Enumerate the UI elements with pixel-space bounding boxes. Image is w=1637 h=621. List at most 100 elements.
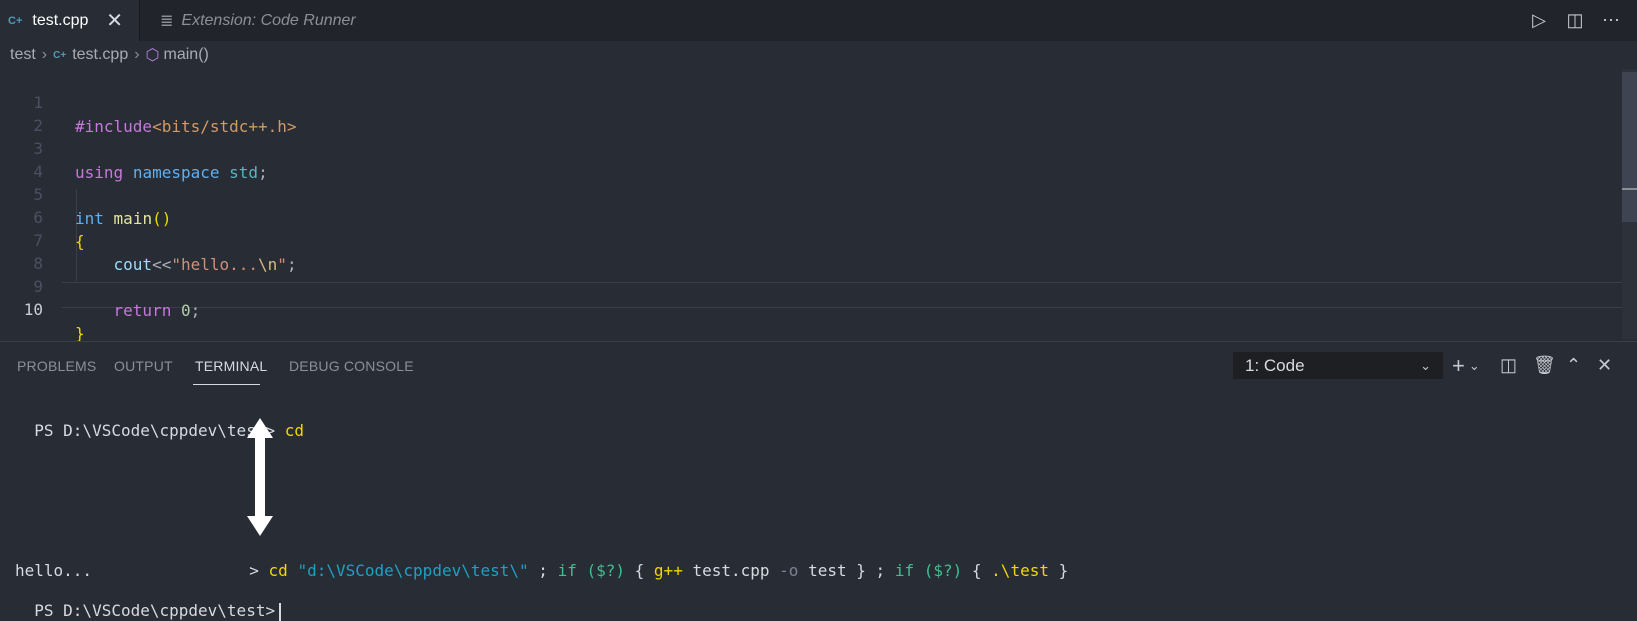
terminal-punctuation: { <box>971 561 982 580</box>
keyword: return <box>113 301 172 320</box>
close-icon: ✕ <box>1597 355 1613 375</box>
scrollbar-cursor-marker <box>1622 188 1637 190</box>
number: 0 <box>180 301 191 320</box>
code-line: 3 using namespace std; <box>0 113 267 182</box>
string: "hello... <box>171 255 259 274</box>
tab-extension-code-runner[interactable]: ≣ Extension: Code Runner <box>139 0 381 41</box>
cpp-file-icon: C+ <box>8 14 23 27</box>
include-header: <bits/stdc++.h> <box>152 117 297 136</box>
function-name: main <box>113 209 153 228</box>
identifier: cout <box>113 255 153 274</box>
active-tab-indicator <box>193 384 260 385</box>
code-editor[interactable]: 1 #include<bits/stdc++.h> 2 3 using name… <box>0 67 1637 343</box>
terminal-punctuation: ; <box>538 561 548 580</box>
code-line: 9 return 0; <box>0 251 200 320</box>
code-line: 1 #include<bits/stdc++.h> <box>0 67 296 136</box>
symbol-method-icon: ⬡ <box>145 47 160 64</box>
tab-problems[interactable]: PROBLEMS <box>17 358 96 374</box>
maximize-panel-button[interactable]: ⌃ <box>1566 352 1581 379</box>
code-line: 8 <box>0 228 43 273</box>
operator: << <box>152 255 172 274</box>
terminal-command: cd <box>284 421 304 440</box>
split-editor-icon[interactable]: ◫ <box>1565 10 1585 31</box>
punctuation: ; <box>286 255 297 274</box>
editor-actions: ▷ ◫ ⋯ <box>1529 0 1637 41</box>
breadcrumb: test › C+ test.cpp › ⬡ main() <box>0 41 1637 69</box>
chevron-down-icon[interactable]: ⌄ <box>1469 358 1480 374</box>
terminal-select-value: 1: Code <box>1245 355 1305 375</box>
editor-scrollbar-thumb[interactable] <box>1622 72 1637 222</box>
tab-label: Extension: Code Runner <box>181 11 356 29</box>
namespace-name: std <box>229 163 259 182</box>
plus-icon: + <box>1452 352 1465 378</box>
tab-test-cpp[interactable]: C+ test.cpp ✕ <box>0 0 139 41</box>
terminal-line: > cd "d:\VSCode\cppdev\test\" ; if ($?) … <box>230 541 1068 580</box>
terminal-punctuation: ; <box>875 561 886 580</box>
type-keyword: int <box>75 209 104 228</box>
chevron-right-icon: › <box>134 46 140 63</box>
terminal-path: "d:\VSCode\cppdev\test\" <box>297 561 529 580</box>
new-terminal-button[interactable]: + ⌄ <box>1452 352 1480 379</box>
terminal-command: g++ <box>653 561 683 580</box>
breadcrumb-file[interactable]: test.cpp <box>72 46 128 64</box>
terminal-flag: -o <box>779 561 799 580</box>
terminal-cursor <box>279 602 282 621</box>
kill-terminal-button[interactable]: 🗑 <box>1533 352 1556 379</box>
breadcrumb-folder[interactable]: test <box>10 46 36 64</box>
terminal-keyword: if <box>557 561 577 580</box>
terminal-prefix: > <box>249 561 259 580</box>
terminal-punctuation: { <box>634 561 645 580</box>
terminal-prompt: PS D:\VSCode\cppdev\test> <box>34 421 276 440</box>
breadcrumb-symbol[interactable]: main() <box>164 46 209 64</box>
escape-sequence: \n <box>258 255 278 274</box>
tab-terminal[interactable]: TERMINAL <box>195 358 267 374</box>
terminal-arg: test.cpp <box>692 561 770 580</box>
document-icon: ≣ <box>160 12 174 30</box>
run-icon[interactable]: ▷ <box>1529 10 1549 31</box>
code-line: 4 <box>0 136 43 181</box>
code-line: 10 } <box>0 274 85 343</box>
terminal-keyword: if <box>894 561 915 580</box>
tab-output[interactable]: OUTPUT <box>114 358 173 374</box>
arrow-down-icon <box>247 516 273 536</box>
terminal-command: cd <box>268 561 288 580</box>
terminal-arg: test <box>808 561 847 580</box>
cpp-file-icon: C+ <box>53 49 67 61</box>
arrow-shaft <box>255 437 265 517</box>
code-line: 5 int main() <box>0 159 171 228</box>
terminal-select[interactable]: 1: Code ⌄ <box>1233 352 1443 379</box>
terminal-output: hello... <box>15 561 93 580</box>
editor-tab-bar: C+ test.cpp ✕ ≣ Extension: Code Runner ▷… <box>0 0 1637 41</box>
split-terminal-button[interactable]: ◫ <box>1500 352 1517 379</box>
keyword: using <box>75 163 124 182</box>
brace: { <box>75 232 85 251</box>
tab-debug-console[interactable]: DEBUG CONSOLE <box>289 358 414 374</box>
terminal-punctuation: } <box>1058 561 1069 580</box>
code-line: 2 <box>0 90 43 135</box>
punctuation: ; <box>258 163 268 182</box>
terminal-condition: ($?) <box>923 561 963 580</box>
split-icon: ◫ <box>1500 355 1518 375</box>
chevron-up-icon: ⌃ <box>1566 355 1582 375</box>
parentheses: () <box>152 209 172 228</box>
terminal-line[interactable]: PS D:\VSCode\cppdev\test> <box>15 581 282 621</box>
chevron-down-icon: ⌄ <box>1420 357 1431 373</box>
current-line-highlight <box>62 282 1637 308</box>
arrow-up-icon <box>247 418 273 438</box>
trash-icon: 🗑 <box>1533 355 1556 375</box>
terminal-command: .\test <box>991 561 1049 580</box>
close-panel-button[interactable]: ✕ <box>1597 352 1612 379</box>
keyword: namespace <box>132 163 220 182</box>
code-line: 6 { <box>0 182 84 251</box>
terminal-prompt: PS D:\VSCode\cppdev\test> <box>34 601 276 620</box>
terminal-condition: ($?) <box>586 561 625 580</box>
chevron-right-icon: › <box>41 46 48 63</box>
tab-label: test.cpp <box>32 11 89 29</box>
line-number: 10 <box>23 300 43 319</box>
close-icon[interactable]: ✕ <box>106 8 123 33</box>
code-line: 7 cout<<"hello...\n"; <box>0 205 296 274</box>
punctuation: ; <box>190 301 201 320</box>
more-actions-icon[interactable]: ⋯ <box>1601 10 1621 31</box>
terminal-punctuation: } <box>856 561 866 580</box>
preprocessor: #include <box>75 117 153 136</box>
